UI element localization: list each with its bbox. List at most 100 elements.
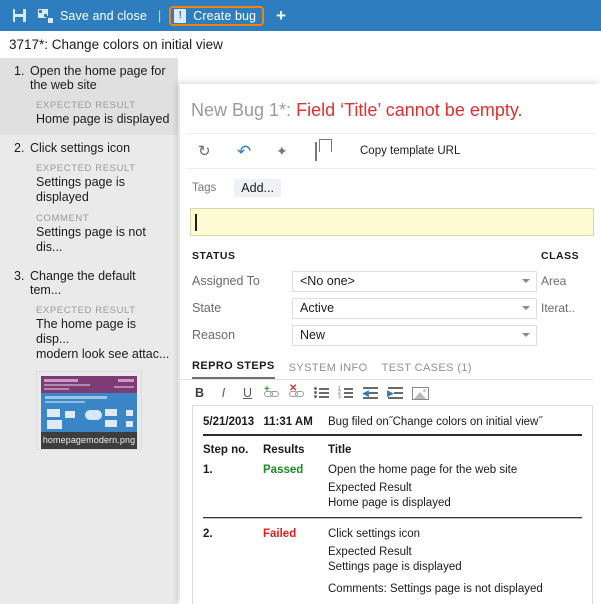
save-and-close-button[interactable]: Save and close: [58, 9, 149, 23]
step-title: Click settings icon: [30, 141, 170, 155]
tags-row: Tags Add...: [180, 169, 601, 202]
insert-image-icon[interactable]: [412, 387, 429, 400]
repro-table-header: Step no. Results Title: [203, 444, 582, 456]
bug-document-icon: [174, 9, 186, 23]
attachment-thumbnail[interactable]: homepagemodern.png: [36, 371, 142, 450]
tab-system-info[interactable]: SYSTEM INFO: [289, 362, 368, 379]
assigned-to-value: <No one>: [300, 274, 355, 288]
expected-result-label: EXPECTED RESULT: [36, 305, 170, 316]
insert-link-icon[interactable]: +: [264, 387, 280, 399]
refresh-icon[interactable]: ↻: [198, 143, 215, 160]
step-number: 1.: [8, 64, 30, 92]
thumbnail-diagram: [41, 393, 137, 432]
test-step-2[interactable]: 2. Click settings icon EXPECTED RESULT S…: [0, 135, 178, 263]
expected-result-text-cont: modern look see attac...: [36, 347, 170, 362]
test-step-1[interactable]: 1. Open the home page for the web site E…: [0, 58, 178, 135]
column-title: Title: [328, 444, 582, 456]
copy-icon[interactable]: [315, 143, 332, 160]
undo-icon[interactable]: ↶: [237, 143, 254, 160]
test-step-header: 1. Open the home page for the web site: [8, 64, 170, 92]
tab-test-cases[interactable]: TEST CASES (1): [382, 362, 472, 379]
state-value: Active: [300, 301, 334, 315]
filed-date: 5/21/2013: [203, 416, 254, 428]
panel-tabs: REPRO STEPS SYSTEM INFO TEST CASES (1): [180, 350, 593, 380]
underline-icon[interactable]: U: [240, 386, 255, 400]
text-caret: [195, 214, 197, 231]
comment-text: Settings page is not dis...: [36, 225, 170, 255]
remove-link-icon[interactable]: ✕: [289, 387, 305, 399]
save-and-close-icon: [38, 9, 53, 23]
column-step-no: Step no.: [203, 444, 263, 456]
panel-validation-error: Field ‘Title’ cannot be empty.: [296, 100, 522, 120]
create-bug-button[interactable]: Create bug: [169, 6, 264, 26]
test-step-header: 3. Change the default tem...: [8, 269, 170, 297]
row-expected-label: Expected Result: [328, 481, 582, 496]
chevron-down-icon: [522, 306, 530, 310]
row-result-status: Failed: [263, 528, 328, 540]
state-select[interactable]: Active: [292, 298, 537, 319]
row-comment: Comments: Settings page is not displayed: [328, 583, 582, 595]
step-number: 2.: [8, 141, 30, 155]
expected-result-label: EXPECTED RESULT: [36, 163, 170, 174]
decrease-indent-icon[interactable]: ◀: [362, 387, 378, 399]
expected-result-text: The home page is disp...: [36, 317, 170, 347]
divider: [203, 517, 582, 519]
step-number: 3.: [8, 269, 30, 297]
thumbnail-header-band: [41, 376, 137, 393]
bug-title-input[interactable]: [190, 208, 594, 236]
copy-template-url-button[interactable]: Copy template URL: [360, 145, 460, 157]
classification-column: CLASS Area Iterat..: [537, 250, 597, 350]
new-bug-panel: New Bug 1*: Field ‘Title’ cannot be empt…: [180, 84, 601, 604]
area-label: Area: [541, 269, 597, 293]
plus-icon[interactable]: +: [276, 7, 286, 24]
add-tag-button[interactable]: Add...: [234, 179, 281, 197]
assigned-to-select[interactable]: <No one>: [292, 271, 537, 292]
row-step-number: 2.: [203, 528, 263, 540]
expected-result-text: Home page is displayed: [36, 112, 170, 127]
test-step-header: 2. Click settings icon: [8, 141, 170, 155]
command-separator: |: [158, 8, 161, 23]
save-and-close-icon-button[interactable]: [32, 3, 58, 29]
filed-time: 11:31 AM: [263, 416, 312, 428]
reason-label: Reason: [192, 328, 292, 342]
table-row: 1. Passed Open the home page for the web…: [203, 464, 582, 510]
bulleted-list-icon[interactable]: [314, 387, 329, 399]
assigned-to-label: Assigned To: [192, 274, 292, 288]
row-result-status: Passed: [263, 464, 328, 476]
command-bar: Save and close | Create bug +: [0, 0, 601, 31]
column-results: Results: [263, 444, 328, 456]
save-button[interactable]: [6, 3, 32, 29]
numbered-list-icon[interactable]: 123: [338, 387, 353, 399]
reason-select[interactable]: New: [292, 325, 537, 346]
iteration-label: Iterat..: [541, 296, 597, 320]
expected-result-text: Settings page is displayed: [36, 175, 170, 205]
page-title: 3717*: Change colors on initial view: [0, 31, 601, 58]
repro-steps-editor[interactable]: 5/21/2013 11:31 AM Bug filed on˝Change c…: [192, 405, 593, 604]
magic-wand-icon[interactable]: ✦: [276, 143, 293, 160]
panel-heading-prefix: New Bug 1*:: [191, 100, 291, 120]
floppy-disk-icon: [13, 9, 26, 22]
field-assigned-to: Assigned To <No one>: [192, 269, 537, 293]
row-expected-label: Expected Result: [328, 545, 582, 560]
row-step-title: Click settings icon: [328, 528, 582, 540]
tab-repro-steps[interactable]: REPRO STEPS: [192, 360, 275, 379]
row-step-title: Open the home page for the web site: [328, 464, 582, 476]
bug-filed-line: 5/21/2013 11:31 AM Bug filed on˝Change c…: [203, 416, 582, 428]
fields-area: STATUS Assigned To <No one> State Active: [180, 236, 601, 350]
repro-row-1: 1. Passed Open the home page for the web…: [203, 464, 582, 476]
chevron-down-icon: [522, 333, 530, 337]
filed-description: Bug filed on˝Change colors on initial vi…: [328, 416, 542, 428]
italic-icon[interactable]: I: [216, 386, 231, 400]
bold-icon[interactable]: B: [192, 386, 207, 400]
field-state: State Active: [192, 296, 537, 320]
step-title: Change the default tem...: [30, 269, 170, 297]
classification-section-label: CLASS: [541, 250, 597, 262]
attachment-filename: homepagemodern.png: [41, 432, 137, 449]
app-window: Save and close | Create bug + 3717*: Cha…: [0, 0, 601, 604]
status-section-label: STATUS: [192, 250, 537, 262]
panel-toolbar: ↻ ↶ ✦ Copy template URL: [186, 133, 595, 169]
chevron-down-icon: [522, 279, 530, 283]
test-steps-pane[interactable]: 1. Open the home page for the web site E…: [0, 58, 178, 604]
increase-indent-icon[interactable]: ▶: [387, 387, 403, 399]
test-step-3[interactable]: 3. Change the default tem... EXPECTED RE…: [0, 263, 178, 458]
